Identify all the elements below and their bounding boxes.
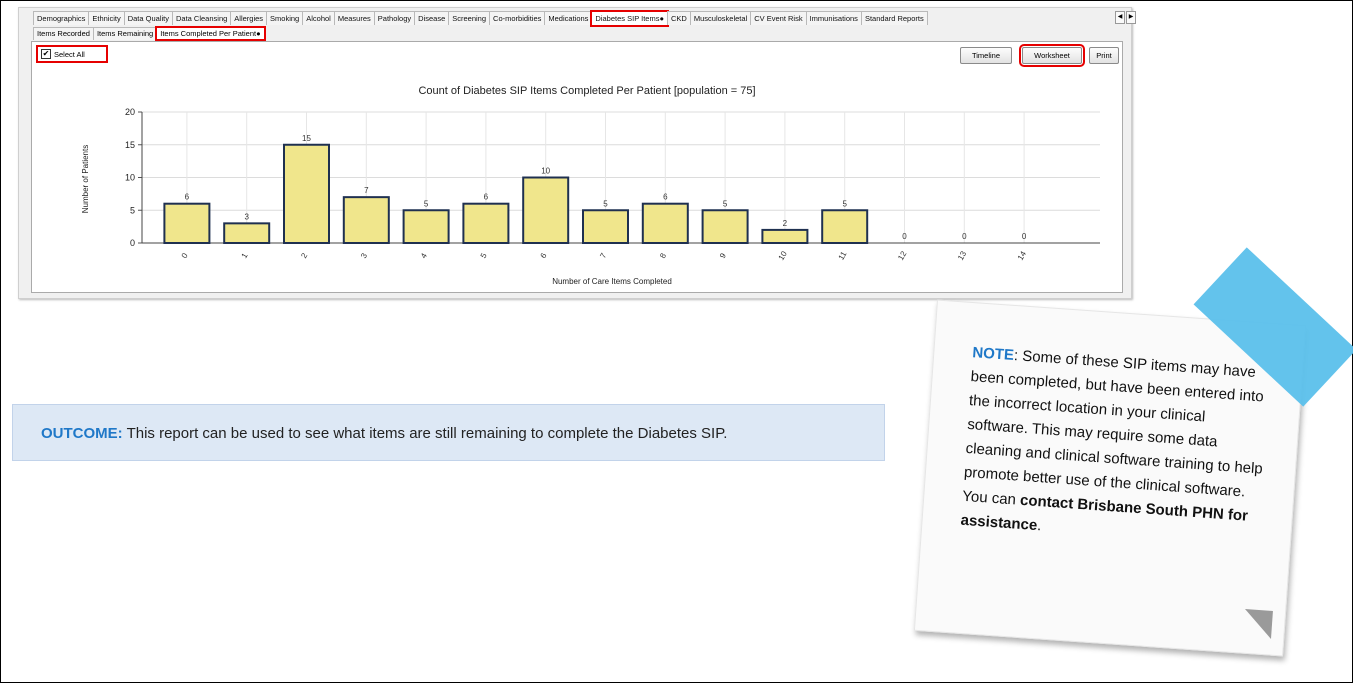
sub-tabs: Items Recorded Items Remaining Items Compl… bbox=[33, 26, 266, 41]
bar-11 bbox=[821, 209, 869, 244]
subtab-items-completed-per-patient[interactable]: Items Completed Per Patient● bbox=[155, 26, 266, 41]
bar-0 bbox=[163, 202, 211, 244]
tab-scroll-left-icon[interactable]: ◀ bbox=[1115, 11, 1125, 24]
x-tick-label: 10 bbox=[777, 249, 790, 262]
tab-alcohol[interactable]: Alcohol bbox=[302, 11, 335, 25]
outcome-keyword: OUTCOME bbox=[41, 425, 118, 442]
tab-screening[interactable]: Screening bbox=[448, 11, 491, 25]
x-tick-label: 11 bbox=[837, 249, 849, 261]
y-tick-label: 10 bbox=[125, 173, 135, 183]
app-window: Demographics Ethnicity Data Quality Data Cl… bbox=[18, 7, 1136, 299]
x-tick-label: 0 bbox=[180, 251, 190, 260]
tab-disease[interactable]: Disease bbox=[414, 11, 450, 25]
note-keyword: NOTE bbox=[971, 344, 1015, 364]
data-label: 15 bbox=[302, 134, 311, 143]
bar-8 bbox=[641, 202, 689, 244]
bar-2 bbox=[283, 143, 330, 244]
data-label: 0 bbox=[902, 232, 907, 241]
data-label: 5 bbox=[603, 199, 608, 208]
y-axis-label: Number of Patients bbox=[81, 145, 90, 213]
data-label: 10 bbox=[541, 167, 550, 176]
tab-data-cleansing[interactable]: Data Cleansing bbox=[172, 11, 232, 25]
subtab-items-recorded[interactable]: Items Recorded bbox=[33, 27, 94, 40]
data-label: 6 bbox=[484, 193, 489, 202]
tab-ckd[interactable]: CKD bbox=[667, 11, 691, 25]
subtab-items-remaining[interactable]: Items Remaining bbox=[92, 27, 158, 40]
note-end: . bbox=[1036, 517, 1042, 535]
bar-10 bbox=[761, 228, 809, 244]
bar-1 bbox=[223, 222, 271, 245]
y-tick-label: 15 bbox=[125, 140, 135, 150]
outcome-box: OUTCOME: This report can be used to see … bbox=[12, 404, 885, 461]
x-tick-label: 14 bbox=[1016, 249, 1029, 262]
y-tick-label: 20 bbox=[125, 107, 135, 117]
tab-standard-reports[interactable]: Standard Reports bbox=[860, 11, 928, 25]
x-tick-label: 9 bbox=[718, 251, 728, 260]
note-text: NOTE: Some of these SIP items may have b… bbox=[960, 341, 1273, 553]
y-tick-label: 0 bbox=[130, 238, 135, 248]
x-tick-label: 5 bbox=[479, 251, 489, 260]
x-tick-label: 4 bbox=[419, 251, 429, 260]
tab-measures[interactable]: Measures bbox=[333, 11, 375, 25]
x-axis-label: Number of Care Items Completed bbox=[552, 277, 672, 286]
tab-pathology[interactable]: Pathology bbox=[373, 11, 416, 25]
x-tick-label: 12 bbox=[896, 249, 909, 262]
tab-smoking[interactable]: Smoking bbox=[266, 11, 304, 25]
bar-chart: Count of Diabetes SIP Items Completed Pe… bbox=[81, 85, 1100, 286]
outcome-body: This report can be used to see what item… bbox=[122, 425, 728, 442]
data-label: 3 bbox=[244, 212, 249, 221]
data-label: 5 bbox=[424, 199, 429, 208]
bar-7 bbox=[582, 209, 629, 244]
outcome-text: OUTCOME: This report can be used to see … bbox=[41, 425, 728, 442]
bar-6 bbox=[522, 176, 570, 244]
page-curl-icon bbox=[1243, 609, 1273, 639]
data-label: 2 bbox=[783, 219, 788, 228]
data-label: 0 bbox=[1022, 232, 1027, 241]
data-label: 7 bbox=[364, 186, 369, 195]
x-tick-label: 7 bbox=[598, 251, 608, 260]
data-label: 6 bbox=[185, 193, 190, 202]
y-tick-label: 5 bbox=[130, 205, 135, 215]
tab-data-quality[interactable]: Data Quality bbox=[123, 11, 173, 25]
x-tick-label: 6 bbox=[539, 251, 549, 260]
chart-title: Count of Diabetes SIP Items Completed Pe… bbox=[418, 85, 755, 97]
tab-demographics[interactable]: Demographics bbox=[33, 11, 90, 25]
note-body: : Some of these SIP items may have been … bbox=[961, 347, 1265, 509]
data-label: 5 bbox=[723, 199, 728, 208]
tab-allergies[interactable]: Allergies bbox=[230, 11, 268, 25]
bar-9 bbox=[701, 209, 749, 244]
x-tick-label: 13 bbox=[956, 249, 969, 262]
bar-5 bbox=[462, 202, 510, 244]
x-tick-label: 1 bbox=[240, 251, 250, 260]
tab-scroll-arrows: ◀ ▶ bbox=[1114, 11, 1136, 24]
tab-co-morbidities[interactable]: Co-morbidities bbox=[489, 11, 546, 25]
chart-panel: ✔ Select All Timeline Worksheet Print Co… bbox=[31, 41, 1123, 293]
tab-musculoskeletal[interactable]: Musculoskeletal bbox=[689, 11, 752, 25]
bar-3 bbox=[342, 196, 390, 244]
report-tabs: Demographics Ethnicity Data Quality Data Cl… bbox=[33, 10, 928, 27]
data-label: 0 bbox=[962, 232, 967, 241]
tab-cv-event-risk[interactable]: CV Event Risk bbox=[750, 11, 807, 25]
x-tick-label: 2 bbox=[299, 251, 309, 260]
tab-ethnicity[interactable]: Ethnicity bbox=[88, 11, 125, 25]
x-tick-label: 3 bbox=[359, 251, 369, 260]
tab-immunisations[interactable]: Immunisations bbox=[805, 11, 862, 25]
x-tick-label: 8 bbox=[658, 251, 668, 260]
data-label: 6 bbox=[663, 193, 668, 202]
bar-4 bbox=[402, 209, 450, 244]
data-label: 5 bbox=[842, 199, 847, 208]
tab-medications[interactable]: Medications bbox=[544, 11, 593, 25]
tab-scroll-right-icon[interactable]: ▶ bbox=[1126, 11, 1136, 24]
tab-diabetes-sip-items[interactable]: Diabetes SIP Items● bbox=[590, 10, 670, 27]
